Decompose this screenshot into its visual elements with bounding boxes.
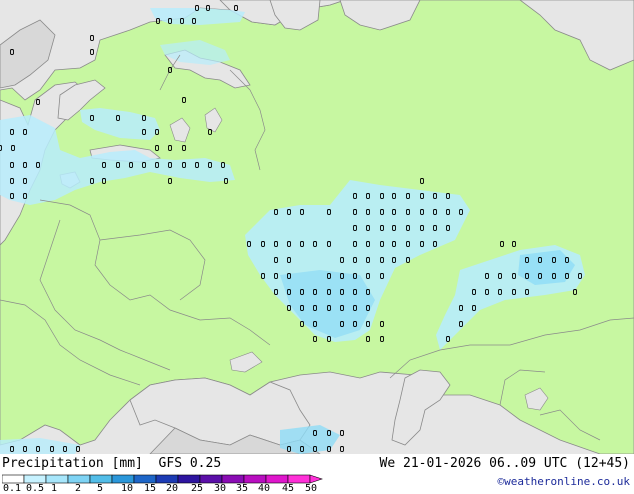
scale-tick-label: 2 (74, 483, 82, 494)
scale-swatch (177, 474, 201, 484)
scale-tick-label: 45 (281, 483, 295, 494)
scale-swatch (155, 474, 179, 484)
scale-tick-label: 0.1 (2, 483, 22, 494)
model-label: GFS 0.25 (158, 456, 222, 471)
scale-tick-label: 30 (213, 483, 227, 494)
title-label: Precipitation [mm] (2, 456, 143, 471)
scale-tick-label: 10 (120, 483, 134, 494)
scale-swatch (45, 474, 69, 484)
scale-swatch (221, 474, 245, 484)
scale-tick-label: 15 (143, 483, 157, 494)
scale-swatch (89, 474, 113, 484)
scale-tick-label: 0.5 (25, 483, 45, 494)
scale-swatch (23, 474, 47, 484)
scale-tick-label: 25 (190, 483, 204, 494)
scale-swatch (243, 474, 267, 484)
scale-tick-label: 1 (50, 483, 58, 494)
scale-tick-label: 50 (304, 483, 318, 494)
scale-tick-label: 20 (165, 483, 179, 494)
valid-time-label: We 21-01-2026 06..09 UTC (12+45) (379, 456, 630, 471)
scale-swatch (287, 474, 311, 484)
scale-swatch (111, 474, 135, 484)
map-canvas (0, 0, 634, 454)
map-title: Precipitation [mm] GFS 0.25 (2, 456, 221, 471)
scale-swatch (265, 474, 289, 484)
scale-swatch (67, 474, 91, 484)
scale-arrow (309, 474, 323, 484)
precipitation-map (0, 0, 634, 454)
legend-footer: Precipitation [mm] GFS 0.25 We 21-01-202… (0, 454, 634, 494)
scale-tick-label: 40 (257, 483, 271, 494)
scale-tick-label: 35 (235, 483, 249, 494)
scale-swatch (133, 474, 157, 484)
credit-link[interactable]: ©weatheronline.co.uk (498, 475, 630, 488)
scale-swatch (2, 474, 25, 484)
scale-swatch (199, 474, 223, 484)
scale-tick-label: 5 (96, 483, 104, 494)
